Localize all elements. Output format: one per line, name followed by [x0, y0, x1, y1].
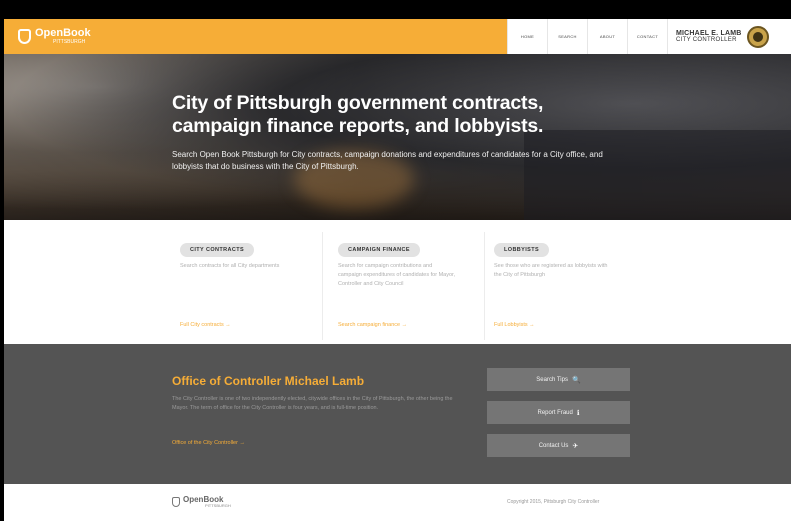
controller-name: MICHAEL E. LAMB	[676, 29, 742, 37]
controller-title: CITY CONTROLLER	[676, 37, 737, 44]
search-tips-button[interactable]: Search Tips 🔍	[487, 368, 630, 391]
hero-description: Search Open Book Pittsburgh for City con…	[172, 149, 603, 172]
brand-sub: PITTSBURGH	[53, 39, 86, 45]
brand-bar: OpenBook PITTSBURGH	[4, 19, 507, 54]
card-divider	[322, 232, 323, 340]
paper-plane-icon: ✈	[572, 442, 579, 450]
office-description: The City Controller is one of two indepe…	[172, 396, 453, 411]
site-header: OpenBook PITTSBURGH HOME SEARCH ABOUT CO…	[4, 19, 791, 54]
nav-contact[interactable]: CONTACT	[627, 19, 667, 54]
controller-badge[interactable]: MICHAEL E. LAMB CITY CONTROLLER	[667, 19, 770, 54]
campaign-finance-pill[interactable]: CAMPAIGN FINANCE	[338, 243, 420, 257]
magnifier-icon: 🔍	[571, 376, 581, 384]
brand-name: OpenBook	[35, 27, 91, 39]
card-campaign-finance: CAMPAIGN FINANCE Search for campaign con…	[338, 238, 488, 336]
card-divider	[484, 232, 485, 340]
report-fraud-button[interactable]: Report Fraud ℹ	[487, 401, 630, 424]
card-city-contracts: CITY CONTRACTS Search contracts for all …	[180, 238, 330, 336]
lobbyists-text: See those who are registered as lobbyist…	[494, 263, 608, 278]
footer-logo[interactable]: OpenBook PITTSBURGH	[172, 496, 231, 508]
lobbyists-link[interactable]: Full Lobbyists →	[494, 322, 535, 328]
hero-title: City of Pittsburgh government contracts,…	[172, 92, 632, 139]
contact-us-label: Contact Us	[538, 442, 569, 449]
city-seal-icon	[747, 25, 770, 48]
top-black-bar	[0, 0, 791, 19]
search-categories: CITY CONTRACTS Search contracts for all …	[4, 220, 791, 344]
copyright-text: Copyright 2015, Pittsburgh City Controll…	[507, 499, 600, 505]
main-nav: HOME SEARCH ABOUT CONTACT MICHAEL E. LAM…	[507, 19, 791, 54]
footer-brand-sub: PITTSBURGH	[205, 503, 231, 508]
book-shield-icon	[18, 29, 31, 44]
site-footer: OpenBook PITTSBURGH Copyright 2015, Pitt…	[4, 484, 791, 521]
contact-us-button[interactable]: Contact Us ✈	[487, 434, 630, 457]
city-contracts-pill[interactable]: CITY CONTRACTS	[180, 243, 255, 257]
search-tips-label: Search Tips	[536, 376, 568, 383]
report-fraud-label: Report Fraud	[537, 409, 573, 416]
hero-title-line1: City of Pittsburgh government contracts,	[172, 92, 544, 114]
info-icon: ℹ	[576, 409, 580, 417]
book-shield-icon	[172, 497, 180, 507]
campaign-finance-text: Search for campaign contributions and ca…	[338, 263, 456, 287]
city-contracts-link[interactable]: Full City contracts →	[180, 322, 231, 328]
lobbyists-pill[interactable]: LOBBYISTS	[494, 243, 550, 257]
nav-about[interactable]: ABOUT	[587, 19, 627, 54]
card-lobbyists: LOBBYISTS See those who are registered a…	[494, 238, 644, 336]
city-contracts-text: Search contracts for all City department…	[180, 263, 280, 269]
office-link[interactable]: Office of the City Controller →	[172, 440, 245, 446]
nav-search[interactable]: SEARCH	[547, 19, 587, 54]
nav-home[interactable]: HOME	[507, 19, 547, 54]
hero-banner: City of Pittsburgh government contracts,…	[4, 54, 791, 220]
hero-title-line2: campaign finance reports, and lobbyists.	[172, 115, 544, 138]
office-section: Office of Controller Michael Lamb The Ci…	[4, 344, 791, 484]
openbook-logo[interactable]: OpenBook PITTSBURGH	[18, 28, 91, 45]
campaign-finance-link[interactable]: Search campaign finance →	[338, 322, 407, 328]
hero-content: City of Pittsburgh government contracts,…	[172, 92, 632, 174]
office-title: Office of Controller Michael Lamb	[172, 374, 365, 388]
